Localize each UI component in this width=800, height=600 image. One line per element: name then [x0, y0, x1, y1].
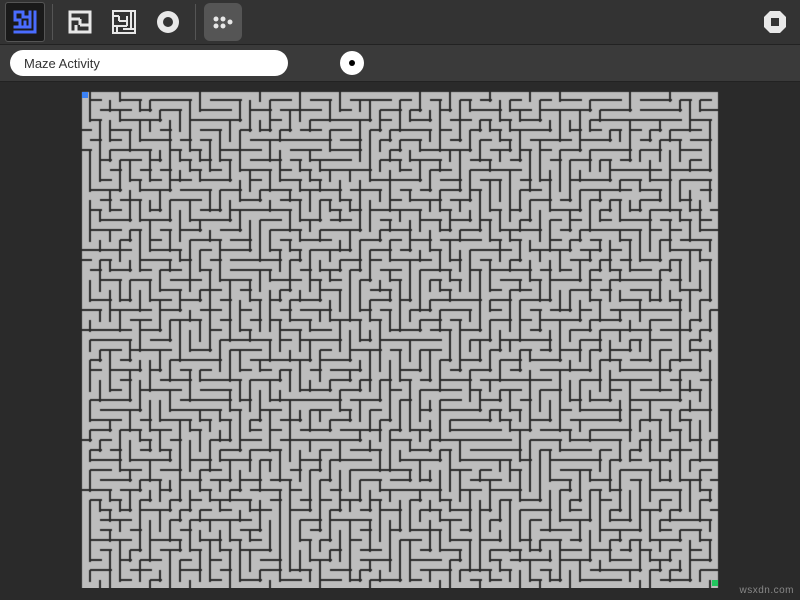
- maze-easier-icon: [67, 9, 93, 35]
- harder-maze-button[interactable]: [105, 3, 143, 41]
- toolbar-separator: [52, 4, 53, 40]
- options-button[interactable]: [204, 3, 242, 41]
- maze-area[interactable]: [80, 90, 720, 588]
- toolbar-separator: [195, 4, 196, 40]
- dot-icon: [349, 60, 355, 66]
- options-icon: [211, 14, 235, 30]
- stop-button[interactable]: [756, 3, 794, 41]
- maze-canvas: [80, 90, 720, 588]
- easier-maze-button[interactable]: [61, 3, 99, 41]
- restart-icon: [154, 8, 182, 36]
- goal-marker: [712, 580, 718, 586]
- stop-icon: [761, 8, 789, 36]
- sub-toolbar: [0, 44, 800, 82]
- activity-button[interactable]: [6, 3, 44, 41]
- maze-harder-icon: [111, 9, 137, 35]
- main-toolbar: [0, 0, 800, 44]
- activity-title-input[interactable]: [10, 50, 288, 76]
- restart-button[interactable]: [149, 3, 187, 41]
- player-marker: [82, 92, 88, 98]
- maze-activity-icon: [12, 9, 38, 35]
- share-scope-button[interactable]: [340, 51, 364, 75]
- watermark-text: wsxdn.com: [739, 585, 794, 596]
